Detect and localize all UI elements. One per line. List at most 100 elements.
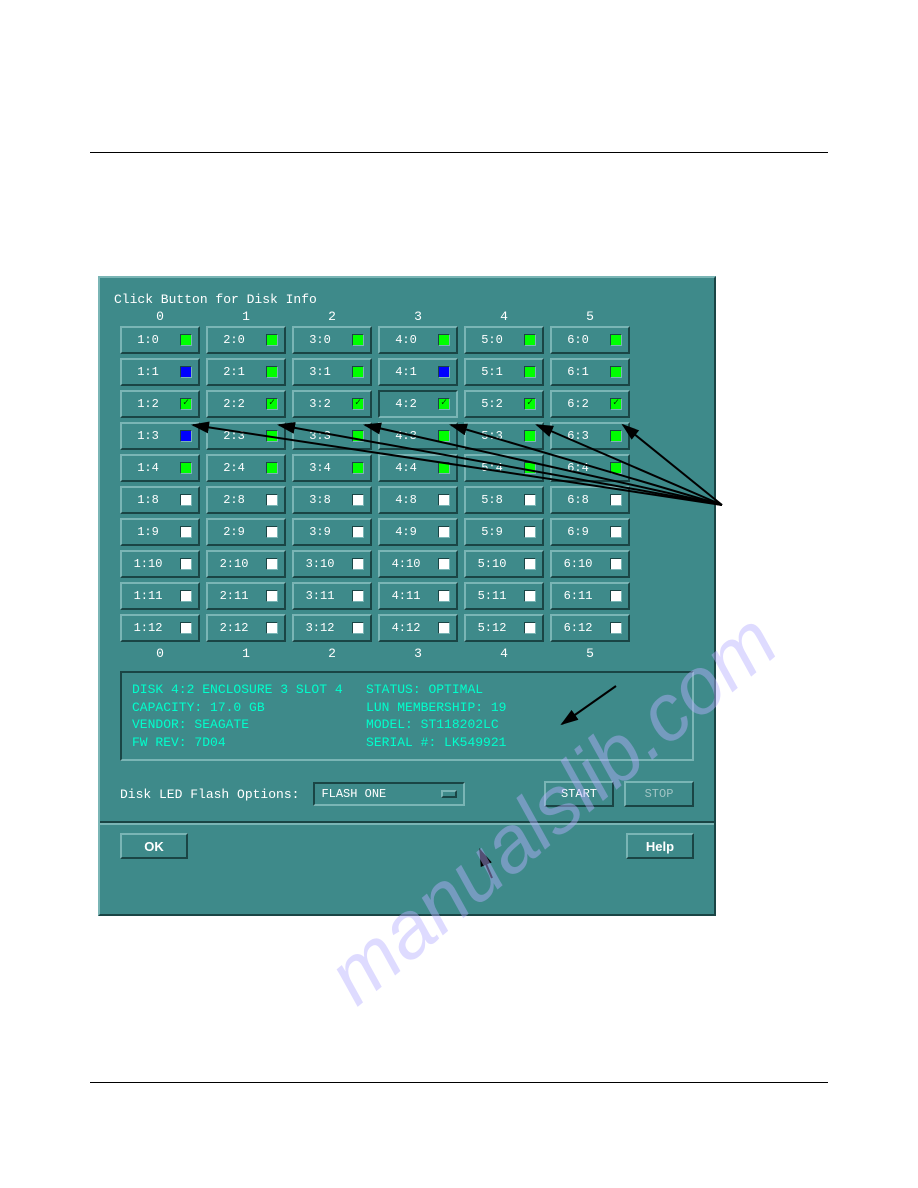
disk-button-2-1[interactable]: 2:1 bbox=[206, 358, 286, 386]
disk-button-label: 1:8 bbox=[122, 493, 174, 507]
disk-button-1-1[interactable]: 1:1 bbox=[120, 358, 200, 386]
led-flash-dropdown[interactable]: FLASH ONE bbox=[313, 782, 465, 806]
disk-button-label: 5:9 bbox=[466, 525, 518, 539]
status-indicator-icon bbox=[438, 494, 450, 506]
status-indicator-icon bbox=[438, 526, 450, 538]
disk-button-1-0[interactable]: 1:0 bbox=[120, 326, 200, 354]
disk-button-6-10[interactable]: 6:10 bbox=[550, 550, 630, 578]
disk-button-5-4[interactable]: 5:4 bbox=[464, 454, 544, 482]
disk-button-5-10[interactable]: 5:10 bbox=[464, 550, 544, 578]
disk-button-4-2[interactable]: 4:2 bbox=[378, 390, 458, 418]
disk-button-2-11[interactable]: 2:11 bbox=[206, 582, 286, 610]
disk-button-2-10[interactable]: 2:10 bbox=[206, 550, 286, 578]
disk-button-label: 6:0 bbox=[552, 333, 604, 347]
disk-button-label: 6:1 bbox=[552, 365, 604, 379]
disk-button-5-2[interactable]: 5:2 bbox=[464, 390, 544, 418]
disk-button-5-0[interactable]: 5:0 bbox=[464, 326, 544, 354]
disk-button-4-9[interactable]: 4:9 bbox=[378, 518, 458, 546]
disk-button-1-4[interactable]: 1:4 bbox=[120, 454, 200, 482]
disk-button-3-8[interactable]: 3:8 bbox=[292, 486, 372, 514]
disk-button-1-8[interactable]: 1:8 bbox=[120, 486, 200, 514]
disk-button-label: 2:1 bbox=[208, 365, 260, 379]
disk-button-4-10[interactable]: 4:10 bbox=[378, 550, 458, 578]
status-indicator-icon bbox=[524, 590, 536, 602]
disk-button-4-8[interactable]: 4:8 bbox=[378, 486, 458, 514]
disk-button-label: 1:2 bbox=[122, 397, 174, 411]
disk-button-1-2[interactable]: 1:2 bbox=[120, 390, 200, 418]
status-indicator-icon bbox=[352, 558, 364, 570]
disk-button-label: 4:12 bbox=[380, 621, 432, 635]
status-indicator-icon bbox=[610, 558, 622, 570]
status-indicator-icon bbox=[180, 526, 192, 538]
disk-button-3-10[interactable]: 3:10 bbox=[292, 550, 372, 578]
disk-button-2-9[interactable]: 2:9 bbox=[206, 518, 286, 546]
disk-button-5-11[interactable]: 5:11 bbox=[464, 582, 544, 610]
status-indicator-icon bbox=[266, 398, 278, 410]
disk-button-4-3[interactable]: 4:3 bbox=[378, 422, 458, 450]
disk-button-5-8[interactable]: 5:8 bbox=[464, 486, 544, 514]
disk-button-label: 5:10 bbox=[466, 557, 518, 571]
status-indicator-icon bbox=[266, 334, 278, 346]
disk-button-6-3[interactable]: 6:3 bbox=[550, 422, 630, 450]
disk-button-2-12[interactable]: 2:12 bbox=[206, 614, 286, 642]
disk-button-label: 4:4 bbox=[380, 461, 432, 475]
disk-button-2-3[interactable]: 2:3 bbox=[206, 422, 286, 450]
disk-button-6-2[interactable]: 6:2 bbox=[550, 390, 630, 418]
disk-button-6-9[interactable]: 6:9 bbox=[550, 518, 630, 546]
disk-button-3-12[interactable]: 3:12 bbox=[292, 614, 372, 642]
status-indicator-icon bbox=[524, 558, 536, 570]
column-footer: 5 bbox=[550, 646, 630, 661]
disk-button-label: 1:11 bbox=[122, 589, 174, 603]
disk-button-2-2[interactable]: 2:2 bbox=[206, 390, 286, 418]
disk-button-6-1[interactable]: 6:1 bbox=[550, 358, 630, 386]
disk-button-2-0[interactable]: 2:0 bbox=[206, 326, 286, 354]
disk-button-label: 3:9 bbox=[294, 525, 346, 539]
disk-button-label: 4:10 bbox=[380, 557, 432, 571]
disk-button-6-4[interactable]: 6:4 bbox=[550, 454, 630, 482]
column-footer: 3 bbox=[378, 646, 458, 661]
disk-button-4-0[interactable]: 4:0 bbox=[378, 326, 458, 354]
disk-button-6-11[interactable]: 6:11 bbox=[550, 582, 630, 610]
disk-button-1-11[interactable]: 1:11 bbox=[120, 582, 200, 610]
disk-button-1-9[interactable]: 1:9 bbox=[120, 518, 200, 546]
disk-button-6-0[interactable]: 6:0 bbox=[550, 326, 630, 354]
disk-button-5-3[interactable]: 5:3 bbox=[464, 422, 544, 450]
disk-button-3-11[interactable]: 3:11 bbox=[292, 582, 372, 610]
disk-button-label: 3:2 bbox=[294, 397, 346, 411]
column-footer: 2 bbox=[292, 646, 372, 661]
disk-button-2-4[interactable]: 2:4 bbox=[206, 454, 286, 482]
disk-button-1-10[interactable]: 1:10 bbox=[120, 550, 200, 578]
status-indicator-icon bbox=[524, 366, 536, 378]
disk-button-3-9[interactable]: 3:9 bbox=[292, 518, 372, 546]
disk-button-6-8[interactable]: 6:8 bbox=[550, 486, 630, 514]
help-button[interactable]: Help bbox=[626, 833, 694, 859]
disk-button-4-4[interactable]: 4:4 bbox=[378, 454, 458, 482]
disk-button-6-12[interactable]: 6:12 bbox=[550, 614, 630, 642]
disk-button-3-3[interactable]: 3:3 bbox=[292, 422, 372, 450]
disk-button-3-2[interactable]: 3:2 bbox=[292, 390, 372, 418]
disk-button-2-8[interactable]: 2:8 bbox=[206, 486, 286, 514]
disk-button-1-3[interactable]: 1:3 bbox=[120, 422, 200, 450]
disk-button-4-12[interactable]: 4:12 bbox=[378, 614, 458, 642]
disk-button-5-9[interactable]: 5:9 bbox=[464, 518, 544, 546]
status-indicator-icon bbox=[524, 494, 536, 506]
disk-button-3-1[interactable]: 3:1 bbox=[292, 358, 372, 386]
disk-button-label: 3:0 bbox=[294, 333, 346, 347]
status-indicator-icon bbox=[610, 366, 622, 378]
disk-button-label: 1:10 bbox=[122, 557, 174, 571]
disk-button-3-0[interactable]: 3:0 bbox=[292, 326, 372, 354]
disk-button-3-4[interactable]: 3:4 bbox=[292, 454, 372, 482]
disk-button-4-1[interactable]: 4:1 bbox=[378, 358, 458, 386]
status-indicator-icon bbox=[180, 334, 192, 346]
status-indicator-icon bbox=[352, 622, 364, 634]
status-indicator-icon bbox=[180, 398, 192, 410]
ok-button[interactable]: OK bbox=[120, 833, 188, 859]
disk-button-5-12[interactable]: 5:12 bbox=[464, 614, 544, 642]
disk-info-panel: DISK 4:2 ENCLOSURE 3 SLOT 4 STATUS: OPTI… bbox=[120, 671, 694, 761]
status-indicator-icon bbox=[524, 398, 536, 410]
top-rule bbox=[90, 152, 828, 153]
start-button[interactable]: START bbox=[544, 781, 614, 807]
disk-button-1-12[interactable]: 1:12 bbox=[120, 614, 200, 642]
disk-button-4-11[interactable]: 4:11 bbox=[378, 582, 458, 610]
disk-button-5-1[interactable]: 5:1 bbox=[464, 358, 544, 386]
